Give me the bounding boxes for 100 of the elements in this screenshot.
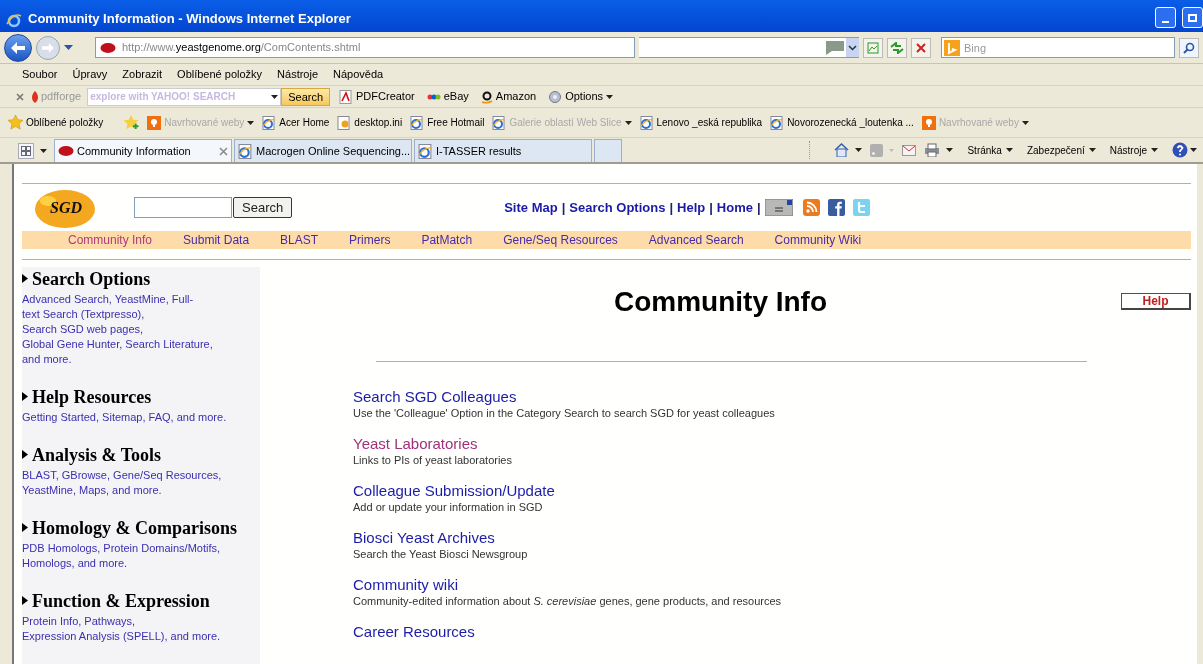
section-link[interactable]: Biosci Yeast Archives	[353, 529, 495, 547]
caret-icon	[889, 148, 895, 152]
favorites-button[interactable]: Oblíbené položky	[8, 115, 104, 130]
favorite-link[interactable]: Acer Home	[262, 115, 330, 130]
command-menu[interactable]: Nástroje	[1109, 142, 1158, 158]
caret-icon	[606, 94, 614, 99]
search-field[interactable]: Bing	[964, 39, 1172, 56]
page-icon	[418, 143, 433, 159]
toolbar-button[interactable]: PDFCreator	[336, 88, 418, 105]
header-link[interactable]: Search Options	[569, 197, 666, 218]
page-icon	[770, 115, 785, 130]
toolbar-search-button[interactable]: Search	[281, 87, 331, 106]
site-search-button[interactable]: Search	[233, 197, 293, 218]
link-description: Add or update your information in SGD	[353, 500, 544, 514]
close-icon[interactable]	[16, 92, 24, 101]
sidebar-links[interactable]: Advanced Search, YeastMine, Full- text Search (Textpresso), Search SGD web pages, Global Gene Hunter, Search Literature, and more.	[22, 292, 260, 367]
caret-icon	[1190, 148, 1197, 152]
pdf-icon	[339, 89, 354, 104]
search-button[interactable]	[1179, 37, 1199, 58]
nav-link[interactable]: Advanced Search	[648, 231, 744, 250]
address-field[interactable]: http://www.yeastgenome.org/ComContents.shtml	[95, 37, 635, 58]
toolbar-button[interactable]: Options	[545, 88, 617, 105]
header-link[interactable]: Site Map	[504, 197, 558, 218]
section-link[interactable]: Career Resources	[353, 623, 475, 641]
link-separator: |	[561, 198, 566, 217]
nav-link[interactable]: BLAST	[280, 231, 319, 250]
refresh-icon	[890, 41, 904, 54]
header-link[interactable]: Home	[716, 197, 753, 218]
home-icon	[834, 143, 850, 157]
browser-tab[interactable]: I-TASSER results	[414, 139, 592, 162]
menu-item[interactable]: Oblíbené položky	[177, 66, 263, 83]
home-button[interactable]	[834, 143, 863, 157]
command-menu[interactable]: Zabezpečení	[1026, 142, 1096, 158]
tab-label: Macrogen Online Sequencing...	[256, 143, 411, 159]
refresh-button[interactable]	[887, 37, 907, 58]
menu-item[interactable]: Soubor	[22, 66, 58, 83]
section-link[interactable]: Search SGD Colleagues	[353, 388, 517, 406]
close-tab-icon[interactable]	[219, 146, 228, 156]
browser-tab[interactable]: Macrogen Online Sequencing...	[234, 139, 412, 162]
help-link-button[interactable]: Help	[1121, 293, 1191, 310]
mail-button[interactable]	[902, 144, 917, 156]
dropdown-icon[interactable]	[846, 38, 859, 57]
menu-item[interactable]: Nápověda	[333, 66, 384, 83]
file-icon	[337, 115, 352, 130]
nav-link[interactable]: Submit Data	[183, 231, 250, 250]
nav-link[interactable]: PatMatch	[421, 231, 473, 250]
tab-label: Community Information	[77, 143, 192, 159]
restore-button[interactable]	[1182, 7, 1203, 28]
facebook-icon[interactable]	[827, 199, 845, 216]
toolbar-button[interactable]: eBay	[423, 88, 472, 105]
browser-tab[interactable]: Community Information	[54, 139, 232, 162]
nav-link[interactable]: Community Info	[68, 231, 153, 250]
stop-button[interactable]	[911, 37, 931, 58]
back-button[interactable]	[4, 33, 32, 62]
rss-icon[interactable]	[802, 199, 820, 216]
menu-item[interactable]: Úpravy	[72, 66, 108, 83]
sidebar-links[interactable]: BLAST, GBrowse, Gene/Seq Resources, YeastMine, Maps, and more.	[22, 468, 260, 498]
favicon	[58, 145, 74, 157]
close-icon	[916, 42, 926, 53]
mail-icon[interactable]	[764, 199, 793, 216]
site-search-field[interactable]	[134, 197, 232, 218]
triangle-icon	[22, 523, 28, 533]
pdfforge-logo: pdfforge	[30, 88, 82, 105]
quick-tabs-button[interactable]	[18, 143, 34, 159]
triangle-icon	[22, 392, 28, 402]
sidebar-heading: Help Resources	[32, 387, 152, 407]
feed-icon	[870, 143, 884, 157]
link-description: Search the Yeast Biosci Newsgroup	[353, 547, 529, 561]
sidebar-links[interactable]: Protein Info, Pathways, Expression Analysis (SPELL), and more.	[22, 614, 260, 644]
section-link[interactable]: Community wiki	[353, 576, 458, 594]
toolbar-search-box[interactable]: explore with YAHOO! SEARCH	[87, 87, 282, 106]
nav-link[interactable]: Primers	[349, 231, 391, 250]
menu-item[interactable]: Zobrazit	[122, 66, 163, 83]
help-button[interactable]	[1172, 142, 1197, 158]
header-link[interactable]: Help	[677, 197, 706, 218]
favorite-link[interactable]: desktop.ini	[337, 115, 403, 130]
nav-link[interactable]: Community Wiki	[774, 231, 862, 250]
toolbar-search-field[interactable]: explore with YAHOO! SEARCH	[90, 88, 272, 105]
sidebar-heading: Analysis & Tools	[32, 445, 162, 465]
star-icon	[8, 115, 23, 130]
sidebar-heading: Homology & Comparisons	[32, 518, 237, 538]
toolbar-button[interactable]: Amazon	[477, 88, 540, 105]
right-arrow-icon	[42, 42, 54, 53]
command-menu[interactable]: Stránka	[967, 142, 1013, 158]
add-favorite-icon[interactable]	[123, 115, 140, 130]
minimize-button[interactable]	[1155, 7, 1176, 28]
page-title: Community Info	[612, 285, 829, 319]
favorite-link[interactable]: Free Hotmail	[410, 115, 485, 130]
sidebar-links[interactable]: Getting Started, Sitemap, FAQ, and more.	[22, 410, 260, 425]
favorite-link[interactable]: Novorozenecká _loutenka ...	[770, 115, 914, 130]
history-dropdown-icon[interactable]	[64, 44, 73, 51]
search-box[interactable]: Bing	[941, 37, 1175, 58]
print-button[interactable]	[924, 143, 954, 157]
section-link[interactable]: Colleague Submission/Update	[353, 482, 555, 500]
favorite-link[interactable]: Lenovo _eská republika	[639, 115, 763, 130]
left-arrow-icon	[11, 41, 25, 54]
nav-link[interactable]: Gene/Seq Resources	[503, 231, 618, 250]
menu-item[interactable]: Nástroje	[277, 66, 319, 83]
sidebar-links[interactable]: PDB Homologs, Protein Domains/Motifs, Homologs, and more.	[22, 541, 260, 571]
section-link[interactable]: Yeast Laboratories	[353, 435, 478, 453]
